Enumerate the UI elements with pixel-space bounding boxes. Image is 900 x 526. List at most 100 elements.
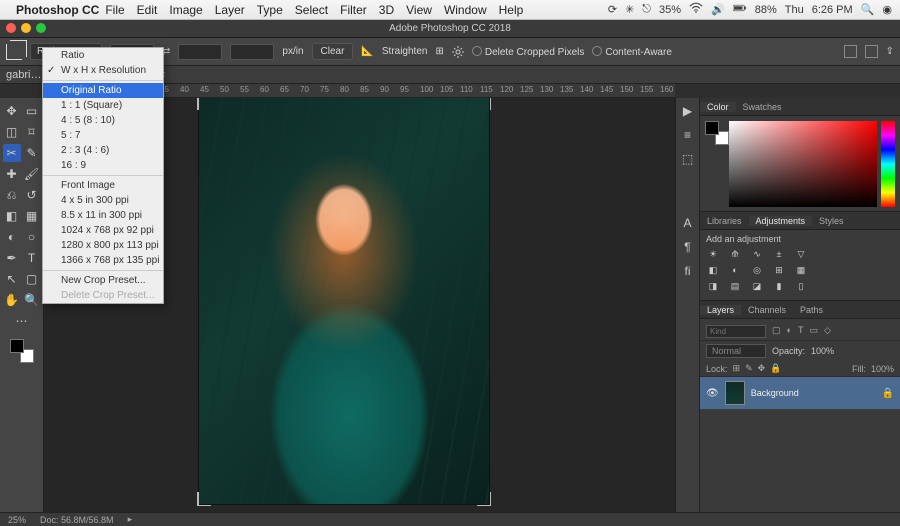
straighten-icon[interactable]: 📐 (361, 46, 373, 57)
height-field[interactable] (178, 44, 222, 60)
crop-tool[interactable]: ✂ (3, 144, 21, 162)
menu-image[interactable]: Image (169, 3, 202, 17)
adj-curves-icon[interactable]: ∿ (750, 249, 764, 260)
lock-icon[interactable]: ✥ (758, 363, 766, 374)
color-swatches[interactable] (10, 339, 34, 363)
lock-icon[interactable]: ⊞ (733, 363, 741, 374)
lock-icon[interactable]: 🔒 (882, 388, 894, 399)
history-brush-tool[interactable]: ↺ (23, 186, 41, 204)
adj-threshold-icon[interactable]: ◪ (750, 281, 764, 292)
menu-select[interactable]: Select (295, 3, 328, 17)
menu-edit[interactable]: Edit (137, 3, 158, 17)
dodge-tool[interactable]: ○ (23, 228, 41, 246)
path-tool[interactable]: ↖ (3, 270, 21, 288)
menu-3d[interactable]: 3D (379, 3, 394, 17)
shape-tool[interactable]: ▢ (23, 270, 41, 288)
fg-bg-swatch[interactable] (705, 121, 725, 141)
pen-tool[interactable]: ✒ (3, 249, 21, 267)
align-icon[interactable]: ⬚ (682, 152, 693, 166)
chevron-right-icon[interactable]: ▸ (128, 514, 133, 525)
tab-styles[interactable]: Styles (812, 216, 851, 226)
adj-posterize-icon[interactable]: ▤ (728, 281, 742, 292)
more-tools[interactable]: ⋯ (13, 312, 31, 330)
tab-adjustments[interactable]: Adjustments (749, 216, 813, 226)
clock-day[interactable]: Thu (785, 4, 804, 16)
dropdown-item[interactable]: 1366 x 768 px 135 ppi (43, 253, 163, 268)
menu-filter[interactable]: Filter (340, 3, 367, 17)
opt-icon[interactable] (865, 45, 878, 58)
lock-icon[interactable]: 🔒 (770, 363, 781, 374)
brush-tool[interactable]: 🖌 (23, 165, 41, 183)
dropdown-item[interactable]: 2 : 3 (4 : 6) (43, 143, 163, 158)
clock-time[interactable]: 6:26 PM (812, 4, 853, 16)
eyedropper-tool[interactable]: ✎ (23, 144, 41, 162)
filter-icon[interactable]: ◇ (824, 325, 831, 338)
dropdown-item[interactable]: Ratio (43, 48, 163, 63)
wifi-icon[interactable] (689, 2, 703, 17)
battery-icon[interactable] (733, 2, 747, 17)
straighten-label[interactable]: Straighten (382, 46, 428, 57)
gear-icon[interactable] (452, 46, 464, 58)
share-icon[interactable]: ⇪ (886, 46, 894, 57)
adj-lut-icon[interactable]: ▦ (794, 265, 808, 276)
dropdown-item[interactable]: 1024 x 768 px 92 ppi (43, 223, 163, 238)
gradient-tool[interactable]: ▦ (23, 207, 41, 225)
menu-window[interactable]: Window (444, 3, 487, 17)
adj-vibrance-icon[interactable]: ▽ (794, 249, 808, 260)
tab-layers[interactable]: Layers (700, 305, 741, 315)
filter-icon[interactable]: ▢ (772, 325, 781, 338)
adj-brightness-icon[interactable]: ☀ (706, 249, 720, 260)
app-name[interactable]: Photoshop CC (16, 3, 99, 17)
paragraph-icon[interactable]: ¶ (684, 240, 690, 254)
traffic-lights[interactable] (6, 23, 46, 33)
tab-swatches[interactable]: Swatches (736, 102, 789, 112)
opt-icon[interactable] (844, 45, 857, 58)
dropdown-item[interactable]: 8.5 x 11 in 300 ppi (43, 208, 163, 223)
artboard-tool[interactable]: ▭ (23, 102, 41, 120)
content-aware-radio[interactable] (592, 46, 602, 56)
adj-bw-icon[interactable]: ◐ (728, 265, 742, 276)
menu-layer[interactable]: Layer (215, 3, 245, 17)
layer-name[interactable]: Background (751, 388, 799, 398)
zoom-level[interactable]: 25% (8, 515, 26, 525)
tray-gpu[interactable]: 35% (659, 4, 681, 16)
dropdown-item[interactable]: 4 : 5 (8 : 10) (43, 113, 163, 128)
character-icon[interactable]: A (683, 216, 691, 230)
adj-gradient-map-icon[interactable]: ▮ (772, 281, 786, 292)
adj-levels-icon[interactable]: ⟰ (728, 249, 742, 260)
tab-color[interactable]: Color (700, 102, 736, 112)
unit-label[interactable]: px/in (282, 46, 303, 57)
hue-slider[interactable] (881, 121, 895, 207)
eraser-tool[interactable]: ◧ (3, 207, 21, 225)
dropdown-item[interactable]: 1 : 1 (Square) (43, 98, 163, 113)
search-icon[interactable]: 🔍 (861, 3, 875, 16)
visibility-icon[interactable]: 👁 (706, 388, 719, 399)
tab-libraries[interactable]: Libraries (700, 216, 749, 226)
layer-filter[interactable] (706, 325, 766, 338)
color-field[interactable] (729, 121, 877, 207)
zoom-tool[interactable]: 🔍 (23, 291, 41, 309)
crop-handle-br[interactable] (473, 488, 491, 506)
tray-icon[interactable]: ⟳ (608, 3, 617, 16)
lock-icon[interactable]: ✎ (745, 363, 753, 374)
menu-file[interactable]: File (105, 3, 124, 17)
blend-mode[interactable]: Normal (706, 344, 766, 358)
filter-icon[interactable]: ▭ (809, 325, 818, 338)
stamp-tool[interactable]: ⎌ (3, 186, 21, 204)
doc-size[interactable]: Doc: 56.8M/56.8M (40, 515, 114, 525)
marquee-tool[interactable]: ◫ (3, 123, 21, 141)
document-image[interactable] (199, 98, 489, 504)
tray-icon[interactable]: ⎋ (642, 3, 651, 16)
adj-photo-filter-icon[interactable]: ◎ (750, 265, 764, 276)
crop-handle-tr[interactable] (473, 98, 491, 114)
res-field[interactable] (230, 44, 274, 60)
tab-paths[interactable]: Paths (793, 305, 830, 315)
adj-channel-mixer-icon[interactable]: ⊞ (772, 265, 786, 276)
adj-invert-icon[interactable]: ◨ (706, 281, 720, 292)
hand-tool[interactable]: ✋ (3, 291, 21, 309)
glyphs-icon[interactable]: fi (685, 264, 691, 278)
crop-handle-tl[interactable] (197, 98, 215, 114)
menu-help[interactable]: Help (499, 3, 524, 17)
healing-tool[interactable]: ✚ (3, 165, 21, 183)
crop-handle-bl[interactable] (197, 488, 215, 506)
